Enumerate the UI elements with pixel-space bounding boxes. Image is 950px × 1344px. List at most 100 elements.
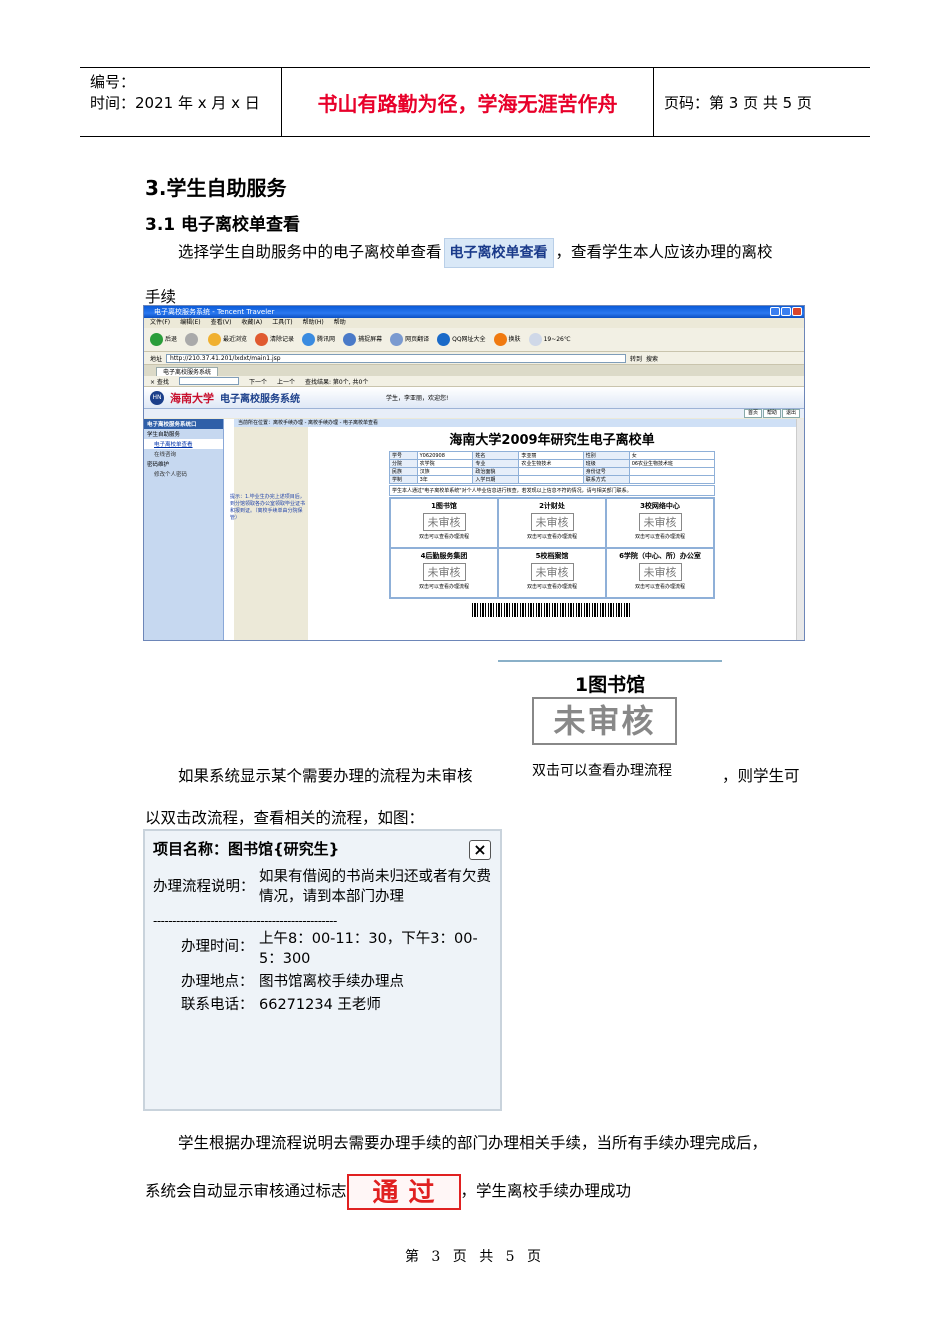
para1-after: ，查看学生本人应该办理的离校 — [555, 243, 773, 261]
paragraph-2-line2: 以双击改流程，查看相关的流程，如图： — [145, 809, 425, 827]
main-content: 提示：1.毕业生办完上述项目后，到分馆领取各办公室领取毕业证书和报到证。（离校手… — [230, 419, 796, 640]
table-row: 民族 汉族 政治面貌 身份证号 — [389, 467, 716, 476]
find-result: 查找结果: 第0个, 共0个 — [304, 378, 369, 386]
para1-before: 选择学生自助服务中的电子离校单查看 — [178, 243, 442, 261]
paragraph-2-after: ，则学生可 — [722, 767, 800, 785]
dialog-title: 项目名称：图书馆{研究生} × — [145, 831, 500, 865]
menu-tools: 工具(T) — [272, 319, 293, 326]
find-bar: × 查找 下一个 上一个 查找结果: 第0个, 共0个 — [144, 376, 804, 387]
e-leave-form-chip: 电子离校单查看 — [443, 238, 554, 268]
unit-college-office: 6学院（中心、所）办公室 未审核 双击可以查看办理流程 — [606, 548, 714, 598]
page-footer: 第 3 页 共 5 页 — [404, 1249, 546, 1265]
link-logout: 退出 — [781, 409, 800, 418]
window-titlebar: 电子离校服务系统 - Tencent Traveler — [144, 306, 804, 318]
sidebar: 电子离校服务系统口 学生自助服务 电子离校单查看 在线咨询 密码维护 修改个人密… — [144, 419, 224, 640]
unit-logistics: 4后勤服务集团 未审核 双击可以查看办理流程 — [390, 548, 498, 598]
dialog-title-text: 项目名称：图书馆{研究生} — [153, 839, 340, 858]
sidebar-item-e-leave-form: 电子离校单查看 — [144, 439, 223, 449]
desc-label: 办理流程说明： — [153, 879, 255, 895]
student-info-table: 学号 Y0620908 姓名 李亚丽 性别女 分院 农学院 专业 农业生物技术 班级 06农业生物… — [389, 451, 716, 484]
system-name: 电子离校服务系统 — [220, 394, 300, 405]
welcome-text: 学生，李亚丽，欢迎您! — [386, 395, 449, 402]
tencent-button: 腾讯网 — [302, 333, 335, 346]
paragraph-3: 学生根据办理流程说明去需要办理手续的部门办理相关手续，当所有手续办理完成后， — [178, 1134, 768, 1152]
address-label: 地址 — [150, 355, 163, 363]
window-buttons — [770, 307, 802, 316]
find-next: 下一个 — [248, 378, 267, 386]
address-input: http://210.37.41.201/lxdxt/main1.jsp — [166, 353, 627, 363]
school-name: 海南大学 — [170, 391, 214, 405]
unit-finance: 2计财处 未审核 双击可以查看办理流程 — [498, 498, 606, 548]
clear-history-button: 清除记录 — [255, 333, 294, 346]
menu-help: 帮助(H) — [302, 319, 324, 326]
desc-line2: 情况，请到本部门办理 — [259, 889, 404, 905]
search-label: 搜索 — [646, 355, 659, 363]
forward-icon — [185, 333, 199, 346]
unit-grid: 1图书馆 未审核 双击可以查看办理流程 2计财处 未审核 双击可以查看办理流程 3校网络… — [389, 497, 715, 599]
unreviewed-stamp: 未审核 — [532, 697, 677, 745]
header-number: 编号： — [90, 73, 136, 91]
tab-strip: 电子离校服务系统 — [144, 365, 804, 376]
browser-screenshot: 电子离校服务系统 - Tencent Traveler 文件(F) 编辑(E) … — [143, 305, 805, 641]
qq-sites-button: QQ网址大全 — [437, 333, 486, 346]
library-name: 1图书馆 — [574, 674, 646, 696]
header-meta: 编号： 时间：2021 年 x 月 x 日 — [80, 68, 282, 136]
skin-button: 换肤 — [493, 333, 521, 346]
unit-library: 1图书馆 未审核 双击可以查看办理流程 — [390, 498, 498, 548]
header-time: 时间：2021 年 x 月 x 日 — [90, 94, 260, 112]
site-banner: HN 海南大学 电子离校服务系统 学生，李亚丽，欢迎您! — [144, 387, 804, 409]
translate-button: 网页翻译 — [390, 333, 429, 346]
screenshot-button: 捕捉屏幕 — [343, 333, 382, 346]
find-prev: 上一个 — [276, 378, 295, 386]
university-logo-icon: HN — [150, 390, 164, 405]
browser-toolbar: 后退 最近浏览 清除记录 腾讯网 捕捉屏幕 网页翻译 QQ网址大全 换肤 19~… — [144, 328, 804, 352]
maximize-icon — [781, 307, 791, 316]
menu-view: 查看(V) — [210, 319, 232, 326]
library-status-figure: 1图书馆 未审核 双击可以查看办理流程 — [498, 660, 722, 792]
page-main: 电子离校服务系统口 学生自助服务 电子离校单查看 在线咨询 密码维护 修改个人密… — [144, 419, 804, 640]
close-icon — [792, 307, 802, 316]
notice-text: 学生本人通过"电子离校单系统"对个人毕业信息进行核查，若发现以上信息不符的情况，… — [389, 485, 715, 496]
place-label: 办理地点： — [181, 974, 254, 990]
header-page-info: 页码：第 3 页 共 5 页 — [664, 93, 812, 112]
para3-before: 系统会自动显示审核通过标志 — [145, 1182, 347, 1200]
skin-icon — [493, 333, 507, 346]
scrollbar — [796, 419, 804, 640]
table-row: 学号 Y0620908 姓名 李亚丽 性别女 — [389, 451, 716, 460]
find-close: × 查找 — [150, 378, 169, 386]
dialog-divider: ----------------------------------------… — [153, 914, 337, 928]
section-subtitle: 3.1 电子离校单查看 — [145, 215, 301, 235]
paragraph-3-line2: 系统会自动显示审核通过标志 通过 ，学生离校手续办理成功 — [145, 1172, 631, 1210]
menu-file: 文件(F) — [150, 319, 171, 326]
forward-button — [185, 333, 200, 346]
barcode — [472, 603, 632, 617]
phone-label: 联系电话： — [181, 997, 254, 1013]
place-value: 图书馆离校手续办理点 — [259, 974, 404, 990]
time-line1: 上午8：00-11：30，下午3：00- — [259, 931, 478, 947]
clear-icon — [255, 333, 269, 346]
content-title: 海南大学2009年研究生电子离校单 — [449, 433, 655, 448]
screenshot-icon — [343, 333, 357, 346]
menu-edit: 编辑(E) — [180, 319, 201, 326]
go-button: 转到 — [630, 355, 643, 363]
process-dialog: 项目名称：图书馆{研究生} × 办理流程说明： 如果有借阅的书尚未归还或者有欠费… — [143, 829, 502, 1111]
tencent-icon — [302, 333, 316, 346]
sidebar-item-change-password: 修改个人密码 — [154, 472, 188, 478]
desc-line1: 如果有借阅的书尚未归还或者有欠费 — [259, 869, 491, 885]
top-links: 首页 帮助 退出 — [144, 409, 804, 418]
sidebar-item-self-service: 学生自助服务 — [147, 432, 181, 438]
view-process-link: 双击可以查看办理流程 — [532, 763, 672, 779]
paragraph-1: 选择学生自助服务中的电子离校单查看 电子离校单查看 ，查看学生本人应该办理的离校 — [178, 238, 773, 268]
qq-icon — [437, 333, 451, 346]
cloud-icon — [528, 333, 542, 346]
find-input — [178, 377, 239, 385]
time-line2: 5：300 — [259, 951, 311, 967]
close-icon[interactable]: × — [469, 840, 491, 860]
menu-favorites: 收藏(A) — [241, 319, 263, 326]
time-label: 办理时间： — [181, 939, 254, 955]
tab-e-leave: 电子离校服务系统 — [156, 367, 219, 376]
paragraph-2: 如果系统显示某个需要办理的流程为未审核 — [178, 767, 473, 785]
table-row: 学制 3年 入学日期 联系方式 — [389, 475, 716, 484]
back-button: 后退 — [150, 333, 177, 346]
translate-icon — [390, 333, 404, 346]
